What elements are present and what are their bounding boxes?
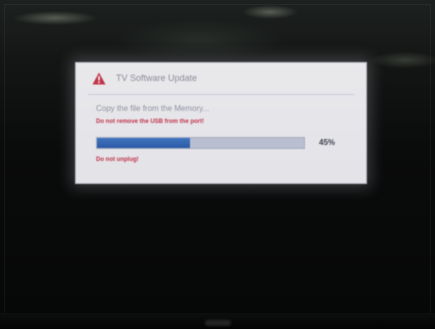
dialog-divider (88, 94, 354, 95)
progress-bar (96, 137, 305, 149)
usb-warning: Do not remove the USB from the port! (96, 119, 205, 125)
progress-percent: 45% (319, 138, 336, 147)
unplug-warning: Do not unplug! (96, 157, 139, 163)
software-update-dialog: TV Software Update Copy the file from th… (75, 62, 367, 184)
status-message: Copy the file from the Memory... (96, 104, 210, 113)
tv-bezel (0, 313, 435, 329)
dialog-title: TV Software Update (116, 73, 198, 83)
tv-logo (205, 320, 231, 326)
dialog-header: TV Software Update (76, 63, 366, 93)
tv-screen: TV Software Update Copy the file from th… (0, 0, 435, 329)
warning-icon (92, 72, 106, 85)
progress-fill (97, 138, 191, 148)
